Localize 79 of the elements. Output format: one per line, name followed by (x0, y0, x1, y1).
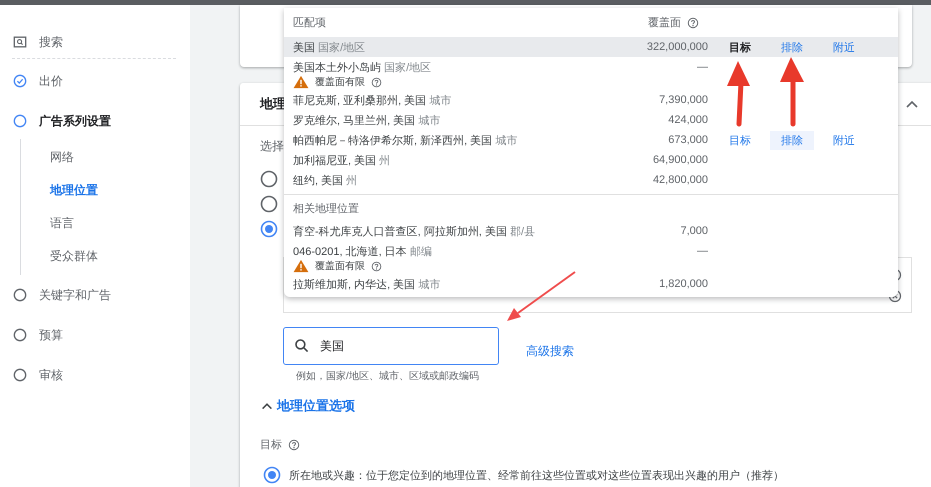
action-button[interactable]: 附近 (822, 38, 866, 56)
coverage-value: 322,000,000 (646, 41, 708, 53)
sidebar-item[interactable]: 审核 (0, 363, 190, 387)
coverage-value: 424,000 (667, 114, 708, 126)
advanced-search-link[interactable]: 高级搜索 (526, 342, 574, 360)
suggestion-row[interactable]: 加利福尼亚, 美国 州 64,900,000 (284, 150, 898, 170)
action-button[interactable]: 目标 (718, 38, 762, 56)
help-icon[interactable] (371, 76, 382, 88)
radio-button[interactable] (263, 466, 281, 484)
coverage-value: 42,800,000 (652, 174, 708, 186)
help-icon[interactable] (288, 438, 300, 450)
location-options-toggle[interactable]: 地理位置选项 (260, 397, 355, 415)
sidebar-item[interactable]: 广告系列设置 (0, 109, 190, 133)
location-name: 美国 国家/地区 (293, 40, 366, 54)
sidebar-item[interactable]: 出价 (0, 69, 190, 93)
location-name: 帕西帕尼－特洛伊希尔斯, 新泽西州, 美国 城市 (293, 134, 518, 148)
action-button[interactable]: 排除 (770, 38, 814, 56)
coverage-value: 7,390,000 (658, 94, 708, 106)
sidebar-item[interactable]: 关键字和广告 (0, 283, 190, 307)
warning-text: 覆盖面有限 (315, 260, 365, 273)
circle-icon (13, 114, 27, 128)
help-icon[interactable] (371, 260, 382, 272)
sidebar-subitem[interactable]: 网络 (21, 141, 190, 174)
circle-icon (13, 368, 27, 382)
warning-text: 覆盖面有限 (315, 76, 365, 89)
circle-icon (13, 288, 27, 302)
target-label: 目标 (260, 438, 282, 452)
location-name: 加利福尼亚, 美国 州 (293, 154, 392, 168)
coverage-value: 1,820,000 (658, 278, 708, 290)
sidebar-subitem[interactable]: 语言 (21, 207, 190, 240)
coverage-value: 673,000 (667, 134, 708, 146)
circle-icon (13, 328, 27, 342)
check-circle-icon (13, 74, 27, 88)
suggestion-row[interactable]: 纽约, 美国 州 42,800,000 (284, 170, 898, 190)
annotation-arrow (727, 61, 750, 126)
sidebar-subitem[interactable]: 受众群体 (21, 240, 190, 273)
section-title: 相关地理位置 (292, 202, 360, 217)
column-header: 匹配项 (293, 16, 327, 30)
intro-text: 选择 (260, 138, 284, 155)
coverage-value: 64,900,000 (652, 154, 708, 166)
suggestion-row[interactable]: 拉斯维加斯, 内华达, 美国 城市 1,820,000 (284, 274, 898, 294)
radio-button[interactable] (260, 170, 278, 188)
location-name: 拉斯维加斯, 内华达, 美国 城市 (293, 278, 442, 292)
action-button[interactable]: 附近 (822, 130, 866, 150)
location-name: 046-0201, 北海道, 日本 邮编 (293, 244, 433, 258)
warning-icon (293, 75, 309, 89)
search-field[interactable]: 美国 (283, 327, 499, 365)
field-hint: 例如，国家/地区、城市、区域或邮政编码 (296, 370, 480, 383)
coverage-value: 7,000 (679, 225, 708, 237)
search-input[interactable]: 美国 (318, 338, 472, 354)
location-name: 罗克维尔, 马里兰州, 美国 城市 (293, 114, 442, 128)
location-name: 菲尼克斯, 亚利桑那州, 美国 城市 (293, 94, 452, 108)
suggestion-row[interactable]: 帕西帕尼－特洛伊希尔斯, 新泽西州, 美国 城市 673,000 目标 排除 附近 (284, 130, 898, 150)
annotation-arrow (507, 271, 576, 321)
suggestion-row[interactable]: 罗克维尔, 马里兰州, 美国 城市 424,000 (284, 110, 898, 130)
location-name: 育空-科尤库克人口普查区, 阿拉斯加州, 美国 郡/县 (293, 224, 536, 238)
action-button[interactable]: 排除 (770, 130, 814, 150)
search-icon (294, 338, 310, 354)
radio-button[interactable] (260, 220, 278, 238)
coverage-value: — (696, 245, 708, 257)
option-label: 所在地或兴趣：位于您定位到的地理位置、经常前往这些位置或对这些位置表现出兴趣的用户（推荐） (289, 468, 784, 482)
suggestion-row[interactable]: 育空-科尤库克人口普查区, 阿拉斯加州, 美国 郡/县 7,000 (284, 221, 898, 241)
radio-button[interactable] (260, 195, 278, 213)
sidebar-item[interactable]: 预算 (0, 323, 190, 347)
warning-icon (293, 259, 309, 273)
suggestion-row[interactable]: 美国本土外小岛屿 国家/地区 — 覆盖面有限 (284, 57, 898, 90)
suggestion-row[interactable]: 菲尼克斯, 亚利桑那州, 美国 城市 7,390,000 (284, 90, 898, 110)
annotation-arrow (780, 57, 804, 126)
sidebar-item[interactable]: 搜索 (0, 30, 190, 54)
column-header: 覆盖面 (648, 16, 681, 30)
location-name: 纽约, 美国 州 (293, 174, 358, 188)
action-button[interactable]: 目标 (718, 130, 762, 150)
coverage-value: — (696, 61, 708, 73)
search-icon (13, 35, 27, 49)
sidebar-subitem[interactable]: 地理位置 (21, 174, 190, 207)
location-name: 美国本土外小岛屿 国家/地区 (293, 60, 432, 74)
suggestion-row[interactable]: 046-0201, 北海道, 日本 邮编 — 覆盖面有限 (284, 241, 898, 274)
help-icon[interactable] (687, 16, 699, 28)
suggestion-row[interactable]: 美国 国家/地区 322,000,000 目标 排除 附近 (284, 37, 898, 57)
